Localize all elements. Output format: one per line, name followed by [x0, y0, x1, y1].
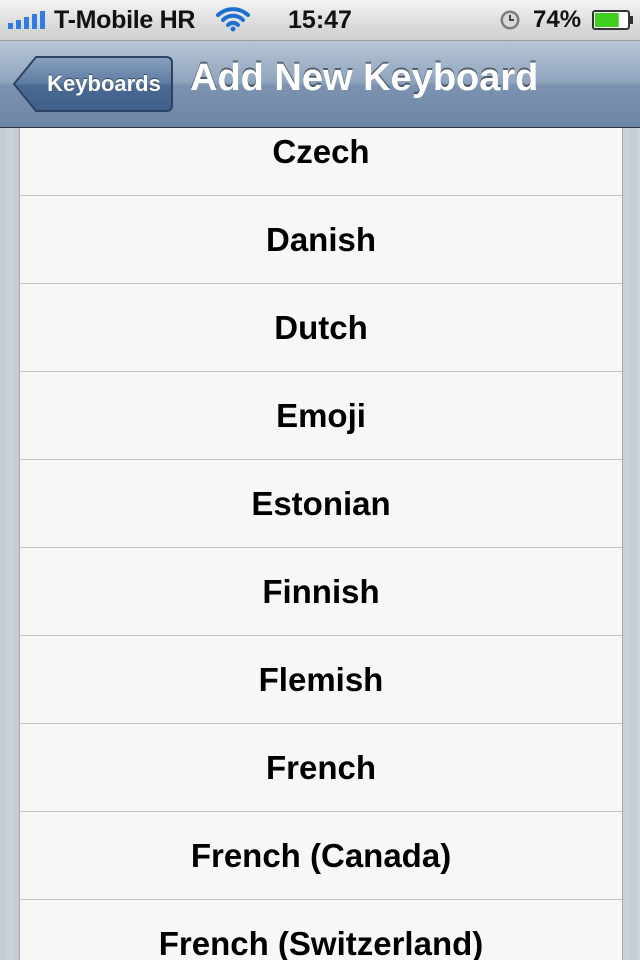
page-title: Add New Keyboard — [190, 57, 539, 99]
list-item-french-canada[interactable]: French (Canada) — [20, 812, 622, 900]
list-item-flemish[interactable]: Flemish — [20, 636, 622, 724]
list-item-dutch[interactable]: Dutch — [20, 284, 622, 372]
list-item-french[interactable]: French — [20, 724, 622, 812]
list-item-czech[interactable]: Czech — [20, 128, 622, 196]
battery-percent: 74% — [533, 6, 582, 33]
list-item-estonian[interactable]: Estonian — [20, 460, 622, 548]
back-button-label: Keyboards — [47, 71, 161, 96]
battery-icon — [592, 10, 633, 30]
list-item-emoji[interactable]: Emoji — [20, 372, 622, 460]
list-item-french-switzerland[interactable]: French (Switzerland) — [20, 900, 622, 960]
keyboard-list-container: Czech Danish Dutch Emoji Estonian Finnis… — [0, 128, 640, 960]
keyboard-list: Czech Danish Dutch Emoji Estonian Finnis… — [19, 128, 623, 960]
list-item-finnish[interactable]: Finnish — [20, 548, 622, 636]
back-button-keyboards[interactable]: Keyboards — [12, 55, 174, 113]
status-bar: T-Mobile HR 15:47 74% — [0, 0, 640, 41]
navigation-bar: Keyboards Add New Keyboard — [0, 41, 640, 128]
list-item-danish[interactable]: Danish — [20, 196, 622, 284]
alarm-clock-icon — [500, 10, 520, 30]
